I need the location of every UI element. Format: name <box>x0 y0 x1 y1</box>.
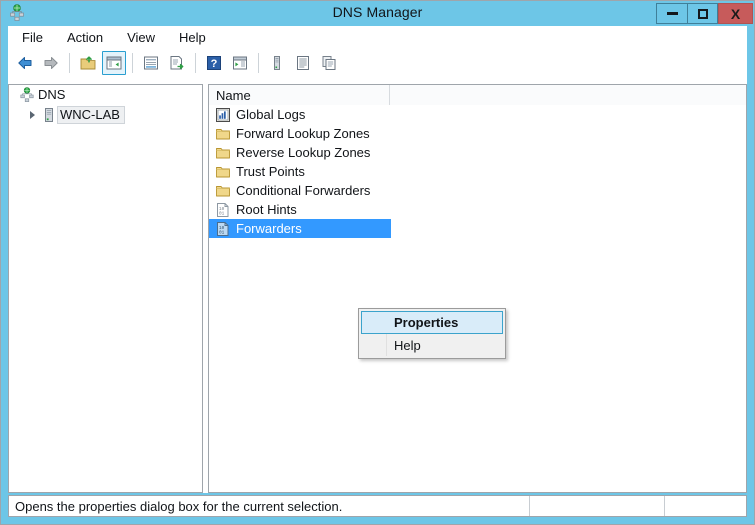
list-item-label: Conditional Forwarders <box>236 183 371 198</box>
list-item-label: Reverse Lookup Zones <box>236 145 371 160</box>
list-item-forwarders[interactable]: 10 01 Forwarders <box>209 219 391 238</box>
tree-item-wnc-lab[interactable]: WNC-LAB <box>9 105 202 125</box>
svg-text:01: 01 <box>219 211 225 216</box>
close-button[interactable]: X <box>718 3 753 24</box>
new-server-icon[interactable] <box>265 51 289 75</box>
svg-text:01: 01 <box>219 230 225 235</box>
chevron-right-icon[interactable] <box>27 109 39 121</box>
status-bar: Opens the properties dialog box for the … <box>8 495 747 517</box>
records-icon: 10 01 <box>215 202 231 218</box>
menu-item-action[interactable]: Action <box>57 28 113 47</box>
list-view-icon[interactable] <box>291 51 315 75</box>
maximize-glyph <box>697 8 708 19</box>
list-item[interactable]: Global Logs <box>209 105 746 124</box>
properties-icon[interactable] <box>139 51 163 75</box>
tree-item-wnc-lab-label: WNC-LAB <box>57 106 125 124</box>
context-menu-item-help[interactable]: Help <box>361 334 503 356</box>
refresh-icon[interactable] <box>228 51 252 75</box>
copy-icon[interactable] <box>317 51 341 75</box>
export-list-icon[interactable] <box>165 51 189 75</box>
maximize-button[interactable] <box>687 3 718 24</box>
folder-icon <box>215 164 231 180</box>
tree-item-dns[interactable]: DNS <box>9 85 202 105</box>
list-item[interactable]: Forward Lookup Zones <box>209 124 746 143</box>
toolbar-separator <box>132 53 133 73</box>
list-item[interactable]: Trust Points <box>209 162 746 181</box>
status-pane-3 <box>665 496 746 516</box>
status-pane-2 <box>530 496 665 516</box>
list-item-label: Root Hints <box>236 202 297 217</box>
server-icon <box>41 107 57 123</box>
toolbar-separator <box>258 53 259 73</box>
minimize-glyph <box>666 12 678 15</box>
menu-item-file[interactable]: File <box>12 28 53 47</box>
column-header-blank[interactable] <box>390 85 746 105</box>
folder-icon <box>215 126 231 142</box>
list-item-label: Global Logs <box>236 107 306 122</box>
folder-icon <box>215 183 231 199</box>
menu-item-help[interactable]: Help <box>169 28 216 47</box>
toolbar-separator <box>69 53 70 73</box>
close-label: X <box>730 5 741 22</box>
minimize-button[interactable] <box>656 3 687 24</box>
console-tree-pane[interactable]: DNS WNC-LAB <box>8 84 203 493</box>
menu-item-view[interactable]: View <box>117 28 165 47</box>
back-icon[interactable] <box>13 51 37 75</box>
context-menu[interactable]: Properties Help <box>358 308 506 359</box>
list-column-header: Name <box>209 85 746 105</box>
forward-icon[interactable] <box>39 51 63 75</box>
folder-icon <box>215 145 231 161</box>
records-icon: 10 01 <box>215 221 231 237</box>
list-item[interactable]: Reverse Lookup Zones <box>209 143 746 162</box>
window-title: DNS Manager <box>332 4 423 20</box>
list-item-label: Forward Lookup Zones <box>236 126 370 141</box>
context-menu-item-properties[interactable]: Properties <box>361 311 503 334</box>
help-icon[interactable]: ? <box>202 51 226 75</box>
global-logs-icon <box>215 107 231 123</box>
list-item-label: Forwarders <box>236 221 302 236</box>
tree-item-dns-label: DNS <box>38 87 66 102</box>
title-bar[interactable]: DNS Manager X <box>1 1 754 26</box>
menu-bar: File Action View Help <box>8 26 747 48</box>
dns-root-icon <box>19 87 35 103</box>
svg-text:?: ? <box>211 58 218 70</box>
toolbar: ? <box>8 48 747 78</box>
list-item[interactable]: 10 01 Root Hints <box>209 200 746 219</box>
status-message: Opens the properties dialog box for the … <box>9 496 530 516</box>
list-item-label: Trust Points <box>236 164 305 179</box>
list-body: Global Logs Forward Lookup Zones Reverse… <box>209 105 746 238</box>
toolbar-separator <box>195 53 196 73</box>
details-list-pane[interactable]: Name Global Logs Forward Lookup Zones Re… <box>208 84 747 493</box>
column-header-name[interactable]: Name <box>209 85 390 105</box>
show-hide-tree-icon[interactable] <box>102 51 126 75</box>
dns-manager-window: DNS Manager X File Action View Help ? DN… <box>0 0 755 525</box>
list-item[interactable]: Conditional Forwarders <box>209 181 746 200</box>
up-one-level-icon[interactable] <box>76 51 100 75</box>
client-area: DNS WNC-LAB Name Global Logs Forward Loo… <box>8 78 747 493</box>
